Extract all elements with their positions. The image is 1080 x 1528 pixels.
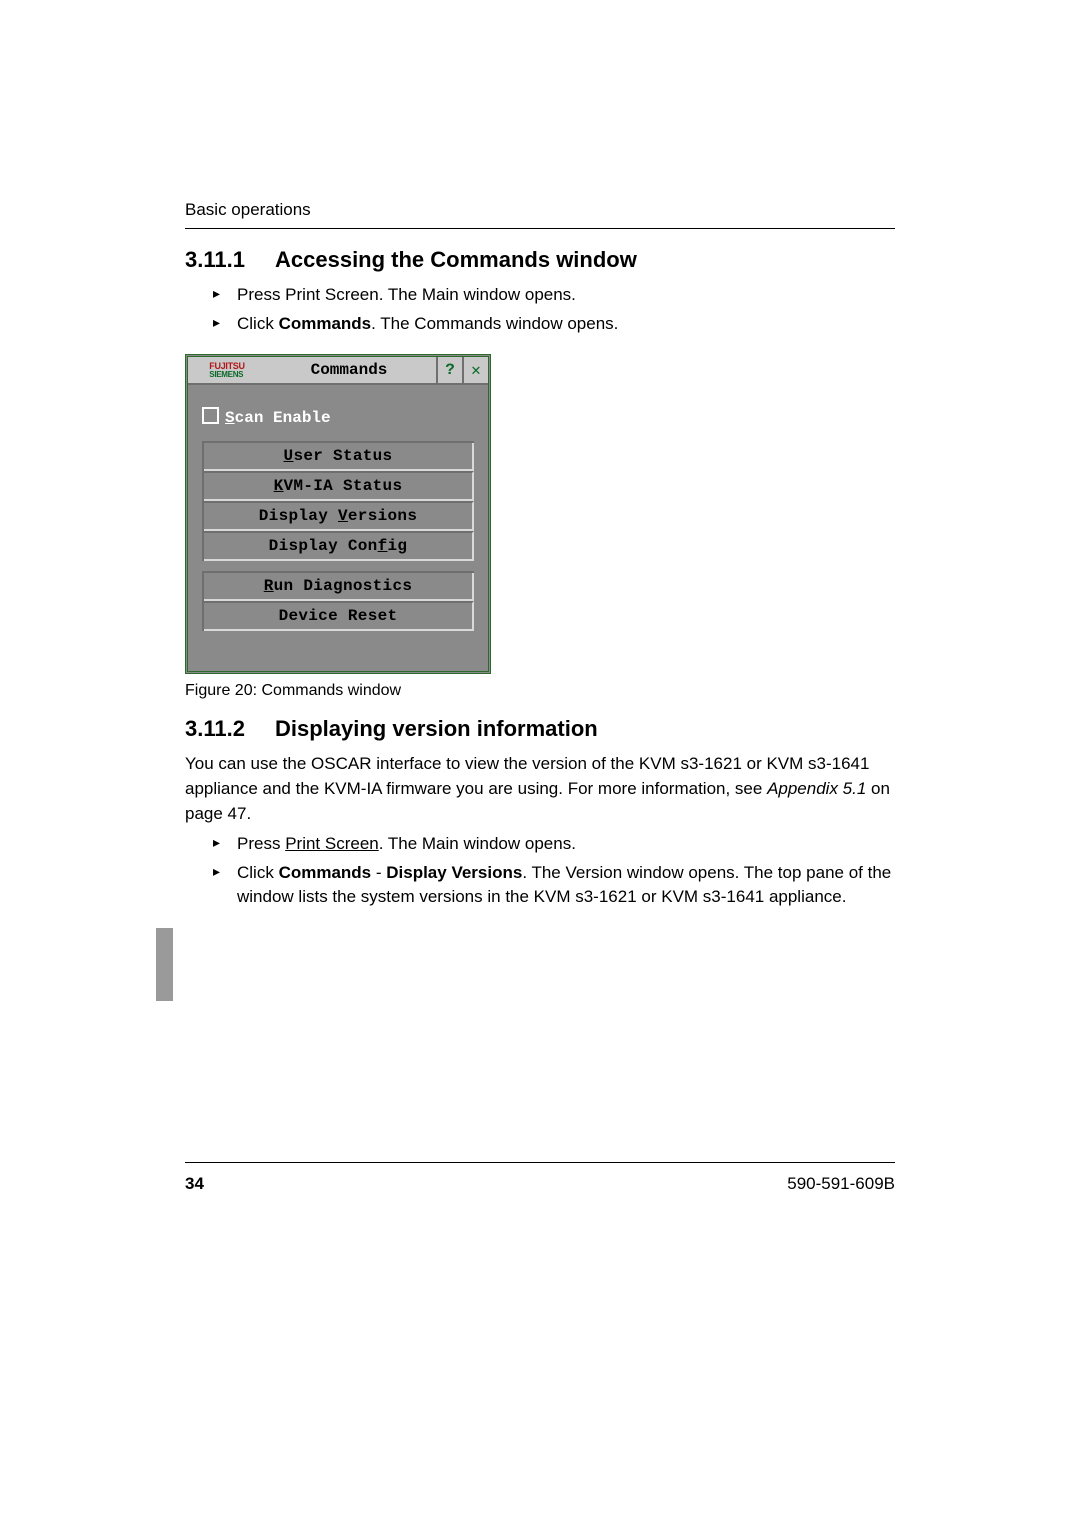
step-item: Click Commands. The Commands window open… [213,312,895,337]
step-item: Press Print Screen. The Main window open… [213,832,895,857]
user-status-button[interactable]: User Status [204,443,474,471]
run-diagnostics-button[interactable]: Run Diagnostics [204,573,474,601]
section-number: 3.11.1 [185,247,275,273]
step-item: Press Print Screen. The Main window open… [213,283,895,308]
fujitsu-siemens-logo: FUJITSUSIEMENS [188,357,262,383]
step-text: . The Commands window opens. [371,314,618,333]
step-text: Click [237,863,279,882]
section-3-11-2-heading: 3.11.2Displaying version information [185,716,895,742]
step-bold: Commands [279,314,372,333]
kvm-ia-status-button[interactable]: KVM-IA Status [204,471,474,501]
commands-window-figure: FUJITSUSIEMENS Commands ? ✕ Scan Enable … [185,354,491,674]
section-3-11-1-heading: 3.11.1Accessing the Commands window [185,247,895,273]
display-config-button[interactable]: Display Config [204,531,474,561]
page-content: Basic operations 3.11.1Accessing the Com… [185,200,895,928]
step-item: Click Commands - Display Versions. The V… [213,861,895,910]
device-reset-button[interactable]: Device Reset [204,601,474,631]
section-title: Accessing the Commands window [275,247,637,272]
step-text: Click [237,314,279,333]
figure-caption: Figure 20: Commands window [185,682,895,700]
display-versions-button[interactable]: Display Versions [204,501,474,531]
thumb-tab [156,928,173,1001]
header-rule [185,228,895,229]
document-id: 590-591-609B [787,1174,895,1194]
step-bold: Commands [279,863,372,882]
step-text: Press Print Screen. The Main window open… [237,285,576,304]
steps-list-2: Press Print Screen. The Main window open… [185,832,895,910]
scan-enable-checkbox[interactable]: Scan Enable [202,407,474,427]
body-paragraph: You can use the OSCAR interface to view … [185,752,895,826]
section-number: 3.11.2 [185,716,275,742]
osd-button-group-2: Run Diagnostics Device Reset [202,571,474,631]
mnemonic: S [225,409,235,427]
step-bold: Display Versions [386,863,522,882]
para-italic: Appendix 5.1 [767,779,866,798]
checkbox-icon [202,407,219,424]
section-title: Displaying version information [275,716,598,741]
help-button[interactable]: ? [436,357,462,383]
footer-rule [185,1162,895,1163]
page-number: 34 [185,1174,204,1194]
osd-window-title: Commands [262,357,436,383]
osd-titlebar: FUJITSUSIEMENS Commands ? ✕ [188,357,488,385]
osd-button-group-1: User Status KVM-IA Status Display Versio… [202,441,474,561]
step-underline: Print Screen [285,834,379,853]
step-text: Press [237,834,285,853]
running-header: Basic operations [185,200,895,220]
step-text: . The Main window opens. [379,834,576,853]
label-text: can Enable [235,409,331,427]
step-text: - [371,863,386,882]
steps-list-1: Press Print Screen. The Main window open… [185,283,895,336]
osd-body: Scan Enable User Status KVM-IA Status Di… [188,385,488,671]
close-button[interactable]: ✕ [462,357,488,383]
